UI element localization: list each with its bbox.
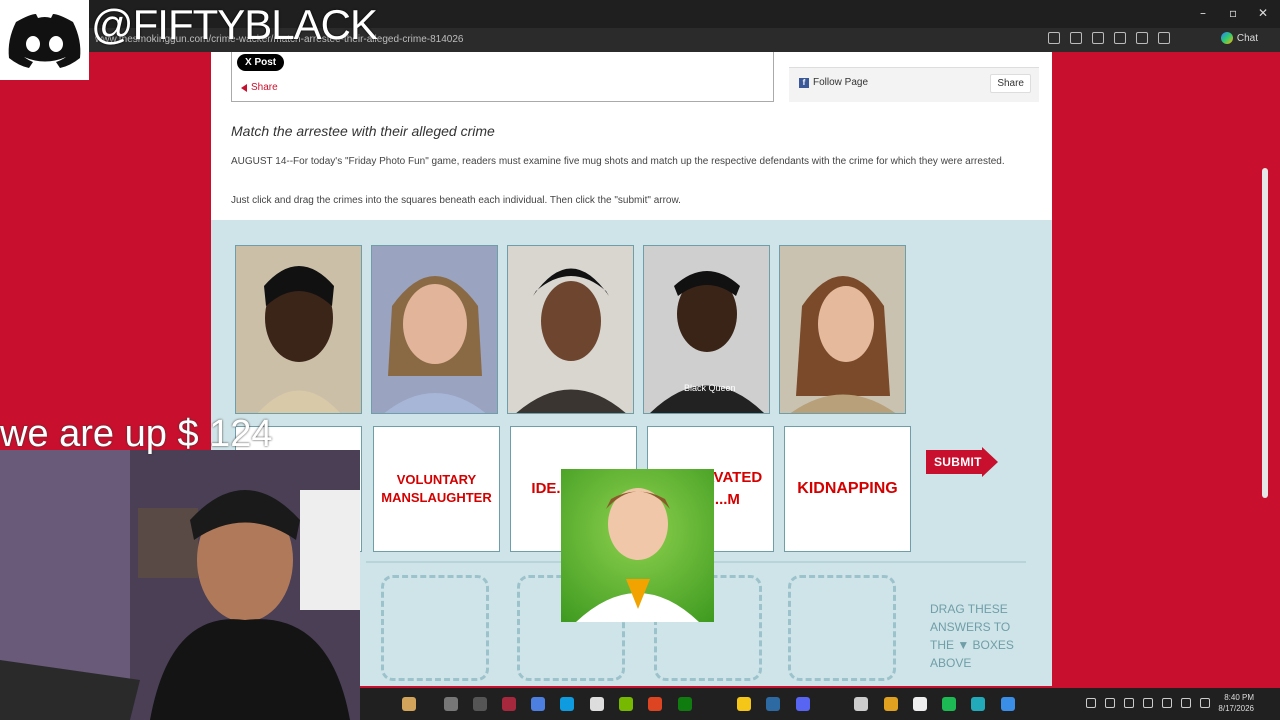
share-label: Share xyxy=(251,82,278,93)
store-icon[interactable] xyxy=(854,697,868,711)
discord-icon xyxy=(8,14,81,68)
display-icon[interactable] xyxy=(1181,698,1191,708)
mugshot-5 xyxy=(779,245,906,414)
submit-button[interactable]: SUBMIT xyxy=(926,447,998,477)
streamer-handle: @FIFTYBLACK xyxy=(91,1,378,48)
article-intro: AUGUST 14--For today's "Friday Photo Fun… xyxy=(231,156,1005,167)
chrome-icon[interactable] xyxy=(884,697,898,711)
mugshot-4-image: Black Queen xyxy=(644,246,769,413)
mugshot-3-image xyxy=(508,246,633,413)
reader-icon[interactable] xyxy=(1070,32,1082,44)
favorites-bar-icon[interactable] xyxy=(1136,32,1148,44)
address-bar-icons xyxy=(1048,32,1170,44)
actor-sticker-image xyxy=(576,488,699,622)
mugshot-1 xyxy=(235,245,362,414)
article-instructions: Just click and drag the crimes into the … xyxy=(231,195,681,206)
taskbar-app-icon[interactable] xyxy=(473,697,487,711)
drop-box-1[interactable] xyxy=(381,575,489,681)
crime-label-2: VOLUNTARY MANSLAUGHTER xyxy=(381,472,492,505)
close-icon[interactable]: ✕ xyxy=(1258,6,1268,20)
follow-page-button[interactable]: f Follow Page xyxy=(799,77,868,88)
xbox-icon[interactable] xyxy=(678,697,692,711)
crime-card-2[interactable]: VOLUNTARY MANSLAUGHTER xyxy=(373,426,500,552)
tray-icon[interactable] xyxy=(1105,698,1115,708)
follow-page-label: Follow Page xyxy=(813,77,869,88)
system-tray xyxy=(1086,698,1210,708)
submit-label: SUBMIT xyxy=(934,455,982,469)
facebook-icon: f xyxy=(799,77,809,88)
money-overlay: we are up $ 124 xyxy=(0,413,273,455)
svg-text:Black Queen: Black Queen xyxy=(684,383,736,393)
favorite-icon[interactable] xyxy=(1092,32,1104,44)
taskbar-app-icon[interactable] xyxy=(402,697,416,711)
mugshot-2-image xyxy=(372,246,497,413)
clock-date[interactable]: 8/17/2026 xyxy=(1204,704,1254,713)
mugshot-2 xyxy=(371,245,498,414)
file-explorer-icon[interactable] xyxy=(737,697,751,711)
crime-card-5[interactable]: KIDNAPPING xyxy=(784,426,911,552)
network-icon[interactable] xyxy=(1143,698,1153,708)
copilot-icon xyxy=(1220,32,1233,44)
spotify-icon[interactable] xyxy=(942,697,956,711)
crime-label-5: KIDNAPPING xyxy=(797,480,898,497)
share-link[interactable]: Share xyxy=(237,82,278,93)
webcam-feed xyxy=(0,450,360,720)
facebook-widget: f Follow Page Share xyxy=(789,52,1039,102)
maximize-icon[interactable]: ▫ xyxy=(1229,6,1237,20)
edge-icon[interactable] xyxy=(560,697,574,711)
profile-icon[interactable] xyxy=(1158,32,1170,44)
taskbar-app-icon[interactable] xyxy=(531,697,545,711)
facebook-share-button[interactable]: Share xyxy=(990,74,1031,93)
taskbar-app-icon[interactable] xyxy=(1001,697,1015,711)
clock-time[interactable]: 8:40 PM xyxy=(1204,693,1254,702)
mugshot-5-image xyxy=(780,246,905,413)
taskbar: 8:40 PM 8/17/2026 xyxy=(360,688,1280,720)
page-scrollbar[interactable] xyxy=(1262,168,1268,498)
extensions-icon[interactable] xyxy=(1114,32,1126,44)
taskbar-app-icon[interactable] xyxy=(648,697,662,711)
drag-instructions: DRAG THESE ANSWERS TO THE ▼ BOXES ABOVE xyxy=(930,602,1014,670)
minimize-icon[interactable]: – xyxy=(1200,6,1206,20)
zoom-icon[interactable] xyxy=(1048,32,1060,44)
nvidia-icon[interactable] xyxy=(619,697,633,711)
social-share-box: X Post Share xyxy=(231,52,774,102)
chat-label: Chat xyxy=(1236,32,1258,44)
webcam-image xyxy=(0,450,360,720)
facebook-widget-header xyxy=(789,52,1039,68)
taskbar-app-icon[interactable] xyxy=(502,697,516,711)
actor-sticker xyxy=(561,469,714,622)
microphone-icon[interactable] xyxy=(1162,698,1172,708)
battery-icon[interactable] xyxy=(1124,698,1134,708)
discord-logo xyxy=(0,0,89,80)
mugshot-4: Black Queen xyxy=(643,245,770,414)
steam-icon[interactable] xyxy=(766,697,780,711)
share-arrow-icon xyxy=(237,83,247,92)
taskbar-app-icon[interactable] xyxy=(971,697,985,711)
x-post-button[interactable]: X Post xyxy=(237,54,285,71)
mugshot-3 xyxy=(507,245,634,414)
copilot-chat-button[interactable]: Chat xyxy=(1220,32,1258,44)
mugshot-1-image xyxy=(236,246,361,413)
article-headline: Match the arrestee with their alleged cr… xyxy=(231,123,495,139)
task-view-icon[interactable] xyxy=(444,697,458,711)
obs-icon[interactable] xyxy=(913,697,927,711)
chevron-up-icon[interactable] xyxy=(1086,698,1096,708)
drop-box-4[interactable] xyxy=(788,575,896,681)
settings-icon[interactable] xyxy=(590,697,604,711)
discord-taskbar-icon[interactable] xyxy=(796,697,810,711)
